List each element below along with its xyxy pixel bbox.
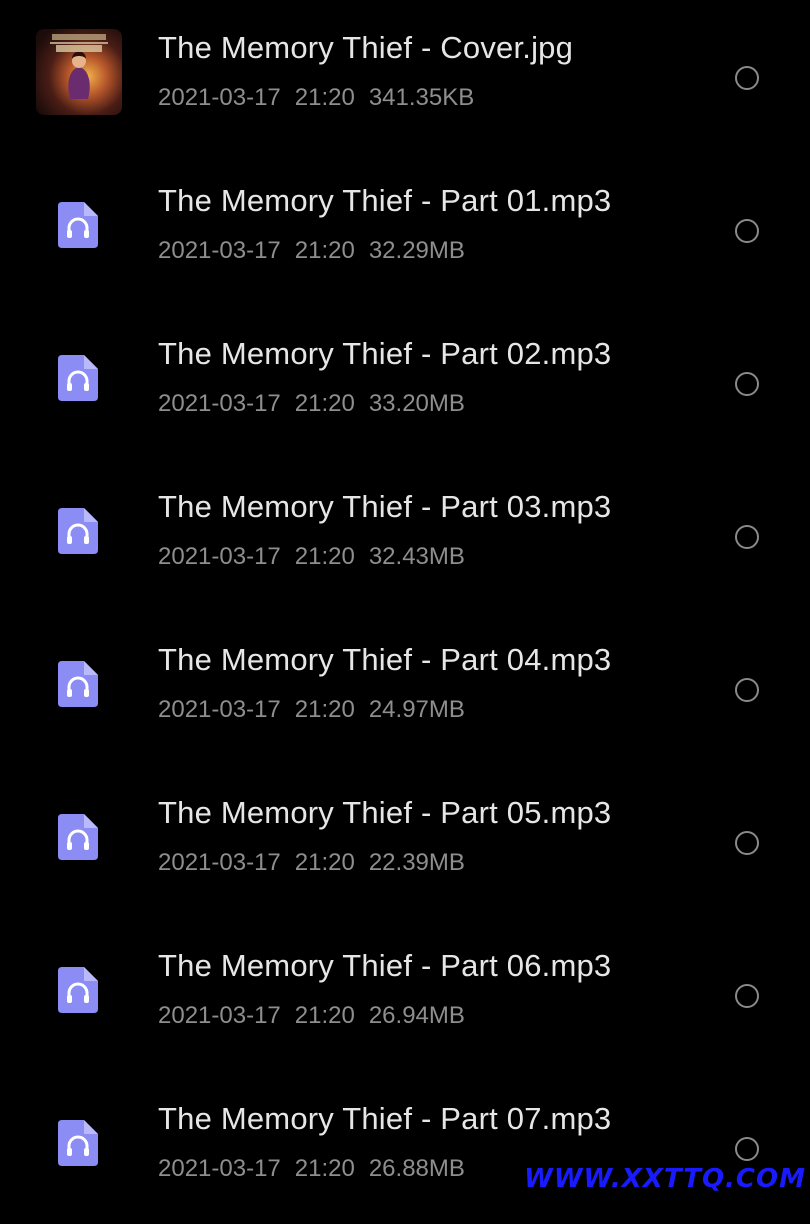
file-name: The Memory Thief - Part 04.mp3 [158, 642, 612, 677]
file-meta: 2021-03-17 21:20 22.39MB [158, 849, 479, 877]
file-row[interactable]: The Memory Thief - Cover.jpg 2021-03-17 2… [0, 0, 810, 153]
file-size: 26.88MB [368, 1155, 465, 1182]
audio-file-icon [56, 812, 100, 862]
file-date: 2021-03-17 [158, 1155, 281, 1182]
file-time: 21:20 [294, 84, 355, 111]
file-size: 341.35KB [368, 84, 475, 111]
file-time: 21:20 [294, 696, 355, 723]
file-time: 21:20 [294, 543, 355, 570]
file-date: 2021-03-17 [158, 696, 281, 723]
file-meta: 2021-03-17 21:20 341.35KB [158, 84, 488, 112]
file-name: The Memory Thief - Part 01.mp3 [158, 183, 612, 218]
select-radio[interactable] [735, 525, 759, 549]
select-radio[interactable] [735, 678, 759, 702]
file-time: 21:20 [294, 849, 355, 876]
select-radio[interactable] [735, 219, 759, 243]
file-meta: 2021-03-17 21:20 26.88MB [158, 1155, 479, 1183]
file-date: 2021-03-17 [158, 543, 281, 570]
select-radio[interactable] [735, 1137, 759, 1161]
file-name: The Memory Thief - Part 06.mp3 [158, 948, 612, 983]
select-radio[interactable] [735, 372, 759, 396]
file-name: The Memory Thief - Part 02.mp3 [158, 336, 612, 371]
audio-file-icon [56, 353, 100, 403]
file-date: 2021-03-17 [158, 84, 281, 111]
file-name: The Memory Thief - Part 03.mp3 [158, 489, 612, 524]
file-size: 33.20MB [368, 390, 465, 417]
file-meta: 2021-03-17 21:20 32.43MB [158, 543, 479, 571]
file-name: The Memory Thief - Part 05.mp3 [158, 795, 612, 830]
file-row[interactable]: The Memory Thief - Part 02.mp3 2021-03-1… [0, 306, 810, 459]
select-radio[interactable] [735, 66, 759, 90]
file-size: 32.43MB [368, 543, 465, 570]
file-row[interactable]: The Memory Thief - Part 07.mp3 2021-03-1… [0, 1071, 810, 1224]
select-radio[interactable] [735, 984, 759, 1008]
file-date: 2021-03-17 [158, 390, 281, 417]
file-time: 21:20 [294, 1002, 355, 1029]
watermark-text: WWW.XXTTQ.COM [524, 1164, 806, 1194]
file-name: The Memory Thief - Cover.jpg [158, 30, 574, 65]
audio-file-icon [56, 659, 100, 709]
file-meta: 2021-03-17 21:20 33.20MB [158, 390, 479, 418]
file-row[interactable]: The Memory Thief - Part 03.mp3 2021-03-1… [0, 459, 810, 612]
file-row[interactable]: The Memory Thief - Part 01.mp3 2021-03-1… [0, 153, 810, 306]
file-row[interactable]: The Memory Thief - Part 06.mp3 2021-03-1… [0, 918, 810, 1071]
file-row[interactable]: The Memory Thief - Part 05.mp3 2021-03-1… [0, 765, 810, 918]
file-meta: 2021-03-17 21:20 26.94MB [158, 1002, 479, 1030]
file-size: 22.39MB [368, 849, 465, 876]
file-meta: 2021-03-17 21:20 32.29MB [158, 237, 479, 265]
select-radio[interactable] [735, 831, 759, 855]
file-time: 21:20 [294, 390, 355, 417]
audio-file-icon [56, 1118, 100, 1168]
file-time: 21:20 [294, 237, 355, 264]
file-time: 21:20 [294, 1155, 355, 1182]
file-date: 2021-03-17 [158, 849, 281, 876]
file-meta: 2021-03-17 21:20 24.97MB [158, 696, 479, 724]
file-size: 24.97MB [368, 696, 465, 723]
file-date: 2021-03-17 [158, 1002, 281, 1029]
image-thumbnail [36, 29, 122, 115]
file-size: 26.94MB [368, 1002, 465, 1029]
file-date: 2021-03-17 [158, 237, 281, 264]
file-size: 32.29MB [368, 237, 465, 264]
file-name: The Memory Thief - Part 07.mp3 [158, 1101, 612, 1136]
audio-file-icon [56, 506, 100, 556]
file-row[interactable]: The Memory Thief - Part 04.mp3 2021-03-1… [0, 612, 810, 765]
audio-file-icon [56, 200, 100, 250]
audio-file-icon [56, 965, 100, 1015]
